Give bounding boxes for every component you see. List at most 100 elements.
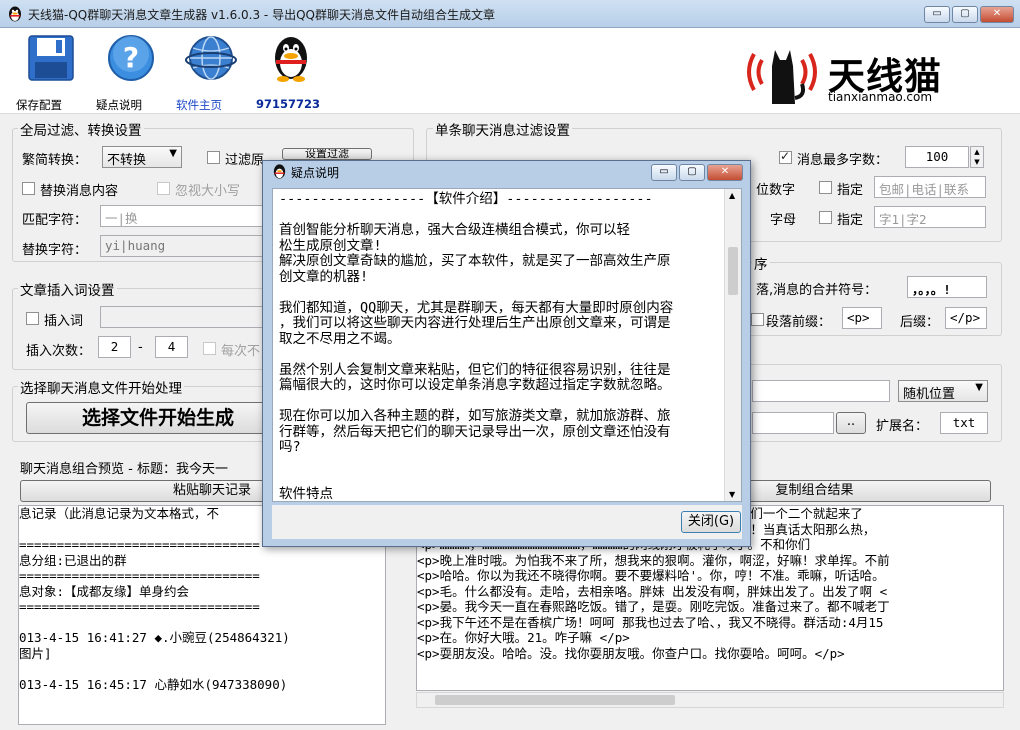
dialog-close-x-button[interactable]: ✕ xyxy=(707,164,743,181)
minimize-button[interactable]: ▭ xyxy=(924,6,950,23)
result-line: <p>耍朋友没。哈哈。没。找你耍朋友哦。你查户口。找你耍哈。呵呵。</p> xyxy=(417,645,845,661)
dialog-minimize-button[interactable]: ▭ xyxy=(651,164,677,181)
paragraph-prefix-input[interactable]: <p> xyxy=(842,307,882,329)
replace-content-checkbox[interactable] xyxy=(22,182,35,195)
ignore-case-label: 忽视大小写 xyxy=(175,184,241,199)
scroll-thumb[interactable] xyxy=(435,695,675,705)
ignore-case-checkbox[interactable] xyxy=(157,182,170,195)
insert-min-input[interactable]: 2 xyxy=(98,336,131,358)
dialog-text-line: 软件特点 xyxy=(279,485,333,502)
each-time-checkbox[interactable] xyxy=(203,342,216,355)
brand-logo: 天线猫 tianxianmao.com xyxy=(740,36,950,110)
dialog-text-line: 行群等，然后每天把它们的聊天记录导出一次，原创文章还怕没有 xyxy=(279,423,671,440)
qq-contact-button[interactable]: 97157723 xyxy=(256,32,326,111)
output-path-input[interactable] xyxy=(752,412,834,434)
chat-source-line xyxy=(19,661,385,677)
dialog-text-line: ，我们可以将这些聊天内容进行处理后生产出原创文章来，可谓是 xyxy=(279,315,671,331)
replace-content-label: 替换消息内容 xyxy=(40,184,119,199)
dialog-vertical-scrollbar[interactable]: ▲ ▼ xyxy=(724,189,741,501)
position-value: 随机位置 xyxy=(903,387,956,402)
cat-antenna-icon xyxy=(747,50,817,104)
trad-convert-select[interactable]: 不转换 ▼ xyxy=(102,146,182,168)
globe-icon xyxy=(185,36,237,80)
output-title-input[interactable] xyxy=(752,380,890,402)
merge-separator-input[interactable]: ，。，。! xyxy=(907,276,987,298)
insert-word-title: 文章插入词设置 xyxy=(18,279,117,299)
insert-max-input[interactable]: 4 xyxy=(155,336,188,358)
match-chars-label: 匹配字符： xyxy=(22,213,88,228)
letters-label: 字母 xyxy=(770,213,797,228)
match-chars-input[interactable]: 一|换 xyxy=(100,205,265,227)
paragraph-prefix-checkbox[interactable] xyxy=(751,313,764,326)
merge-title: 序 xyxy=(752,253,770,273)
dialog-text-line: ------------------【软件介绍】----------------… xyxy=(279,191,653,207)
chat-source-line: 息对象:【成都友缘】单身约会 xyxy=(19,583,190,599)
dialog-text-line: 我们都知道，QQ聊天，尤其是群聊天，每天都有大量即时原创内容 xyxy=(279,299,674,316)
homepage-link[interactable]: 软件主页 xyxy=(176,32,246,112)
chevron-down-icon: ▼ xyxy=(169,148,177,159)
chat-source-line: 息分组:已退出的群 xyxy=(19,552,127,568)
insert-word-input[interactable] xyxy=(100,306,266,328)
dialog-footer: 关闭(G) xyxy=(272,505,742,539)
dialog-title: 疑点说明 xyxy=(291,166,340,180)
dialog-content: ------------------【软件介绍】----------------… xyxy=(272,188,742,502)
specify2-input[interactable]: 字1|字2 xyxy=(874,206,986,228)
result-line: <p>晏。我今天一直在春熙路吃饭。错了，是耍。刚吃完饭。准备过来了。都不喊老丁 xyxy=(417,599,890,614)
specify1-checkbox[interactable] xyxy=(819,181,832,194)
insert-times-label: 插入次数： xyxy=(26,344,92,359)
position-select[interactable]: 随机位置 ▼ xyxy=(898,380,988,402)
specify2-checkbox[interactable] xyxy=(819,211,832,224)
dialog-text-line: 松生成原创文章! xyxy=(279,237,382,254)
result-line: <p>晚上准时哦。为怕我不来了所，想我来的狠啊。灌你，啊涩，好嘛！求单挥。不前 xyxy=(417,552,890,568)
result-line: <p>我下午还不是在香槟广场！呵呵 那我也过去了哈、，我又不晓得。群活动:4月1… xyxy=(417,614,884,630)
qq-penguin-icon xyxy=(273,164,286,179)
scroll-thumb[interactable] xyxy=(728,247,738,295)
close-button[interactable]: ✕ xyxy=(980,6,1014,23)
result-horizontal-scrollbar[interactable] xyxy=(416,692,1004,708)
chat-source-line: 图片] xyxy=(19,645,52,661)
dialog-text-line: 取之不尽用之不竭。 xyxy=(279,330,401,347)
help-label: 疑点说明 xyxy=(96,98,142,112)
each-time-label: 每次不 xyxy=(221,344,261,359)
chat-source-line: 013-4-15 16:45:17 心静如水(947338090) xyxy=(19,676,288,692)
extension-label: 扩展名： xyxy=(876,419,929,434)
set-filter-button[interactable]: 设置过滤 xyxy=(282,148,372,160)
specify1-label: 指定 xyxy=(837,183,864,198)
dialog-text-line: 解决原创文章奇缺的尴尬，买了本软件，就是买了一部高效生产原 xyxy=(279,253,671,269)
max-chars-checkbox[interactable] xyxy=(779,149,792,164)
dialog-text-line xyxy=(279,285,727,301)
chat-source-line xyxy=(19,615,385,631)
maximize-button[interactable]: ▢ xyxy=(952,6,978,23)
dialog-text-line: 吗? xyxy=(279,439,301,455)
dialog-text-line: 篇幅很大的，这时你可以设定单条消息字数超过指定字数就忽略。 xyxy=(279,377,671,393)
dialog-maximize-button[interactable]: ▢ xyxy=(679,164,705,181)
help-dialog: 疑点说明 ▭ ▢ ✕ ------------------【软件介绍】-----… xyxy=(262,160,751,547)
help-question-icon: ? xyxy=(108,35,154,81)
max-chars-spinner[interactable]: ▲ ▼ xyxy=(970,146,984,168)
dialog-text: ------------------【软件介绍】----------------… xyxy=(279,191,727,502)
insert-word-checkbox[interactable] xyxy=(26,312,39,325)
paragraph-suffix-input[interactable]: </p> xyxy=(945,307,987,329)
replace-chars-input[interactable]: yi|huang xyxy=(100,235,265,257)
qq-penguin-icon xyxy=(9,6,21,22)
specify1-input[interactable]: 包邮|电话|联系 xyxy=(874,176,986,198)
svg-text:?: ? xyxy=(123,41,139,74)
specify2-label: 指定 xyxy=(837,213,864,228)
digits-label: 位数字 xyxy=(756,183,796,198)
help-button[interactable]: ? 疑点说明 xyxy=(96,32,166,112)
max-chars-label: 消息最多字数： xyxy=(797,153,889,168)
chat-source-line: 013-4-15 16:41:27 ◆.小豌豆(254864321) xyxy=(19,630,290,645)
paragraph-prefix-label: 段落前缀： xyxy=(766,315,832,330)
filter-checkbox[interactable] xyxy=(207,151,220,164)
scroll-down-icon[interactable]: ▼ xyxy=(729,490,735,499)
dialog-close-button[interactable]: 关闭(G) xyxy=(681,511,741,533)
save-config-button[interactable]: 保存配置 xyxy=(16,32,86,112)
scroll-up-icon[interactable]: ▲ xyxy=(729,191,735,200)
dialog-text-line xyxy=(279,471,727,487)
browse-button[interactable]: .. xyxy=(836,412,866,434)
start-generate-button[interactable]: 选择文件开始生成 xyxy=(26,402,290,434)
floppy-disk-icon xyxy=(28,35,74,81)
brand-site: tianxianmao.com xyxy=(828,90,933,104)
extension-input[interactable]: txt xyxy=(940,412,988,434)
max-chars-input[interactable]: 100 xyxy=(905,146,969,168)
